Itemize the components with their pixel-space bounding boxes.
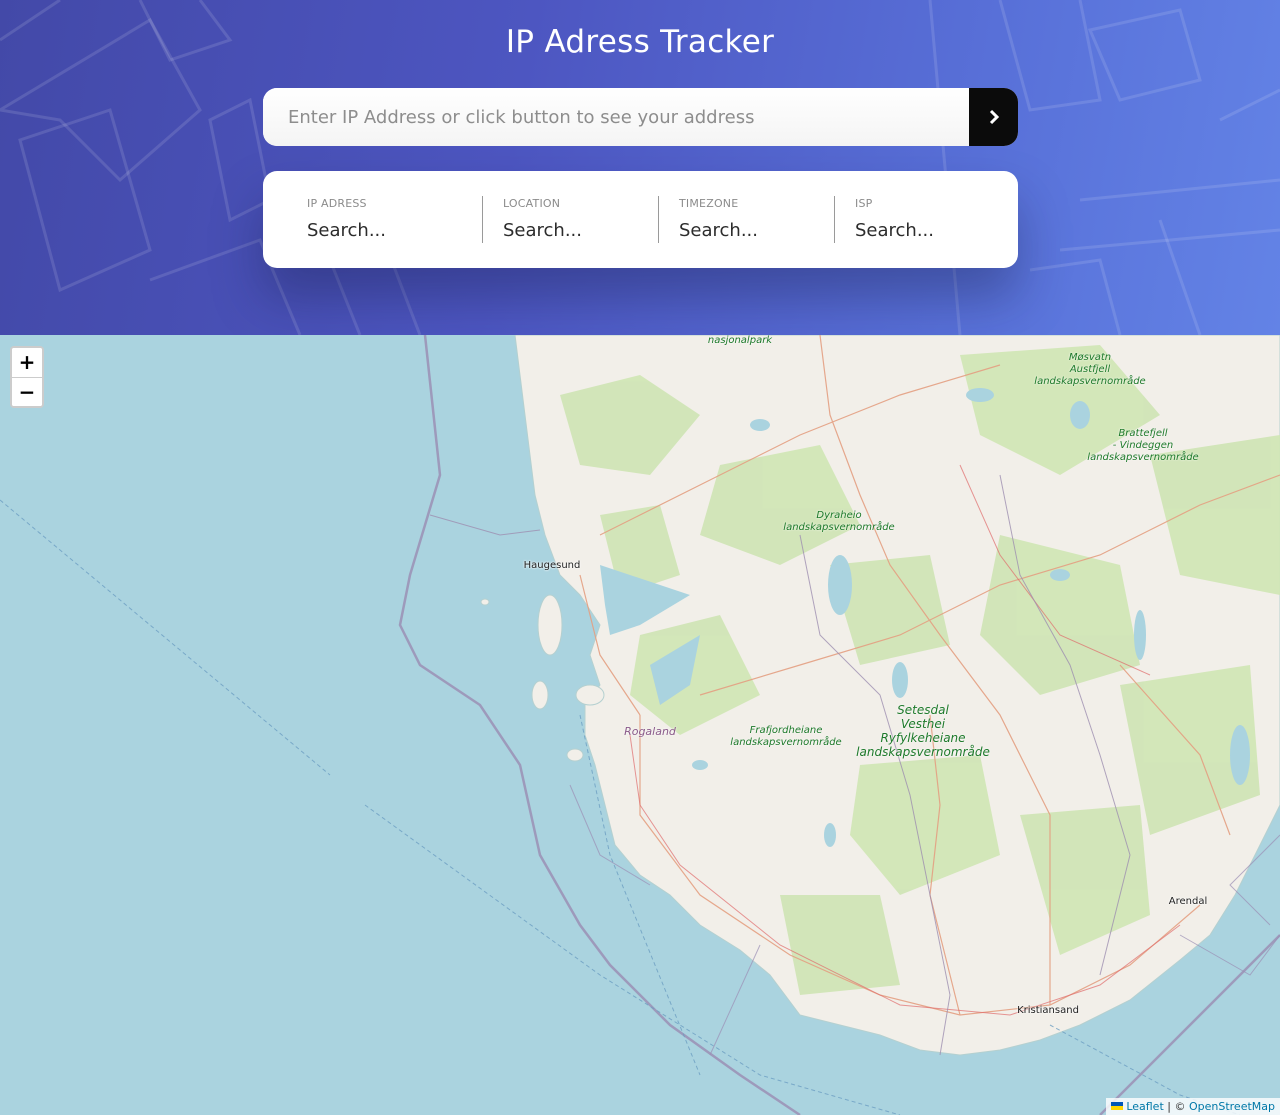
- header-banner: IP Adress Tracker IP ADRESS Search... LO…: [0, 0, 1280, 335]
- map-label-haugesund: Haugesund: [523, 560, 581, 571]
- info-location: LOCATION Search...: [483, 196, 659, 243]
- info-label: TIMEZONE: [679, 197, 739, 210]
- zoom-in-button[interactable]: +: [12, 348, 42, 377]
- map-label-dyraheio: Dyraheio landskapsvernområde: [783, 510, 895, 533]
- leaflet-link[interactable]: Leaflet: [1126, 1100, 1163, 1113]
- zoom-out-button[interactable]: −: [12, 377, 42, 406]
- info-value: Search...: [679, 220, 759, 241]
- chevron-right-icon: [989, 109, 999, 125]
- map-label-kristiansand: Kristiansand: [1017, 1005, 1079, 1016]
- info-timezone: TIMEZONE Search...: [659, 196, 835, 243]
- info-label: LOCATION: [503, 197, 561, 210]
- info-label: ISP: [855, 197, 873, 210]
- map-label-setesdal: Setesdal Vesthei Ryfylkeheiane landskaps…: [856, 703, 990, 759]
- attribution-separator: | ©: [1167, 1100, 1186, 1113]
- openstreetmap-link[interactable]: OpenStreetMap: [1189, 1100, 1275, 1113]
- info-value: Search...: [307, 220, 387, 241]
- ukraine-flag-icon: [1111, 1102, 1124, 1110]
- map-attribution: Leaflet | © OpenStreetMap: [1106, 1098, 1280, 1115]
- map-label-rogaland: Rogaland: [624, 725, 676, 738]
- ip-search-input[interactable]: [263, 88, 969, 146]
- map-label-frafjordheiane: Frafjordheiane landskapsvernområde: [730, 725, 842, 748]
- ip-info-card: IP ADRESS Search... LOCATION Search... T…: [263, 171, 1018, 268]
- info-label: IP ADRESS: [307, 197, 367, 210]
- map-label-arendal: Arendal: [1168, 896, 1208, 907]
- search-submit-button[interactable]: [969, 88, 1018, 146]
- zoom-control: + −: [10, 346, 44, 408]
- info-value: Search...: [855, 220, 935, 241]
- map-label-nasjonalpark: nasjonalpark: [707, 335, 773, 346]
- map-view[interactable]: nasjonalpark Møsvatn Austfjell landskaps…: [0, 335, 1280, 1115]
- info-isp: ISP Search...: [835, 196, 1011, 243]
- info-ip-address: IP ADRESS Search...: [307, 196, 483, 243]
- map-label-mosvatn: Møsvatn Austfjell landskapsvernområde: [1034, 352, 1146, 387]
- info-value: Search...: [503, 220, 583, 241]
- ip-search-form: [263, 88, 1018, 146]
- page-title: IP Adress Tracker: [505, 24, 775, 60]
- map-label-brattefjell: Brattefjell - Vindeggen landskapsvernomr…: [1087, 428, 1199, 463]
